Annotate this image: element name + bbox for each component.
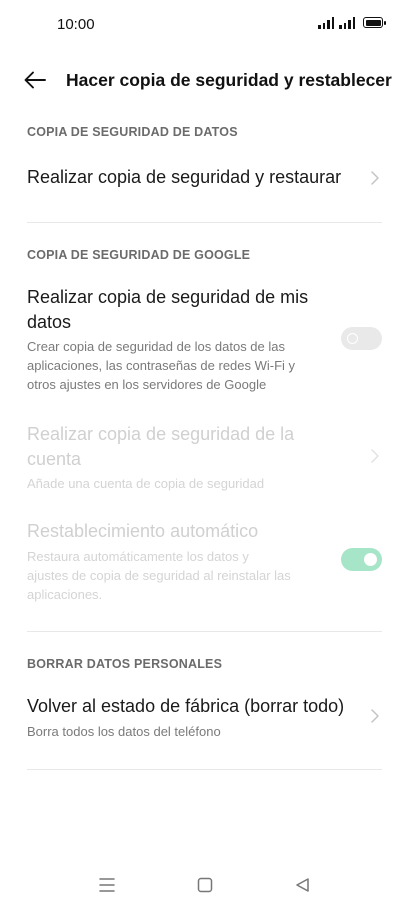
square-home-icon	[197, 877, 213, 893]
section-header-data-backup: COPIA DE SEGURIDAD DE DATOS	[27, 125, 238, 139]
navigation-bar	[0, 868, 409, 902]
item-subtitle: Borra todos los datos del teléfono	[27, 724, 221, 739]
item-title: Restablecimiento automático	[27, 521, 259, 541]
item-subtitle: Crear copia de seguridad de los datos de…	[27, 339, 285, 354]
auto-restore-item[interactable]: Restablecimiento automático Restaura aut…	[0, 519, 409, 605]
back-button[interactable]	[22, 68, 48, 92]
back-nav-button[interactable]	[292, 874, 314, 896]
toggle-knob	[347, 333, 358, 344]
item-title: Realizar copia de seguridad de la	[27, 424, 295, 444]
backup-my-data-toggle[interactable]	[341, 327, 382, 350]
item-title: Realizar copia de seguridad de mis	[27, 287, 309, 307]
arrow-left-icon	[24, 71, 46, 89]
section-header-google-backup: COPIA DE SEGURIDAD DE GOOGLE	[27, 248, 251, 262]
status-bar: 10:00	[0, 0, 409, 50]
backup-my-data-item[interactable]: Realizar copia de seguridad de mis datos…	[0, 283, 409, 395]
factory-reset-item[interactable]: Volver al estado de fábrica (borrar todo…	[0, 692, 409, 742]
item-subtitle: Restaura automáticamente los datos y	[27, 549, 249, 564]
item-title-continued: datos	[27, 312, 72, 332]
signal-icon	[318, 17, 334, 29]
item-title: Volver al estado de fábrica (borrar todo…	[27, 696, 345, 716]
signal-icon	[339, 17, 355, 29]
chevron-right-icon	[371, 709, 379, 723]
section-header-erase-personal-data: BORRAR DATOS PERSONALES	[27, 657, 223, 671]
app-bar: Hacer copia de seguridad y restablecer	[0, 60, 409, 100]
divider	[27, 769, 382, 770]
divider	[27, 222, 382, 223]
backup-restore-item[interactable]: Realizar copia de seguridad y restaurar	[0, 160, 409, 200]
toggle-knob	[364, 553, 377, 566]
home-button[interactable]	[194, 874, 216, 896]
backup-account-item[interactable]: Realizar copia de seguridad de la cuenta…	[0, 420, 409, 495]
status-time: 10:00	[57, 16, 95, 33]
menu-icon	[99, 878, 115, 892]
page-title: Hacer copia de seguridad y restablecer	[66, 70, 392, 90]
item-subtitle: otros ajustes en los servidores de Googl…	[27, 377, 267, 392]
chevron-right-icon	[371, 449, 379, 463]
chevron-right-icon	[371, 171, 379, 185]
auto-restore-toggle[interactable]	[341, 548, 382, 571]
item-title-continued: cuenta	[27, 449, 82, 469]
triangle-back-icon	[296, 878, 309, 892]
item-title: Realizar copia de seguridad y restaurar	[27, 167, 342, 187]
item-subtitle: ajustes de copia de seguridad al reinsta…	[27, 568, 291, 583]
battery-icon	[363, 17, 386, 28]
divider	[27, 631, 382, 632]
item-subtitle: aplicaciones, las contraseñas de redes W…	[27, 358, 296, 373]
item-subtitle: aplicaciones.	[27, 587, 103, 602]
item-subtitle: Añade una cuenta de copia de seguridad	[27, 476, 265, 491]
status-icons	[318, 17, 386, 29]
recent-apps-button[interactable]	[96, 874, 118, 896]
